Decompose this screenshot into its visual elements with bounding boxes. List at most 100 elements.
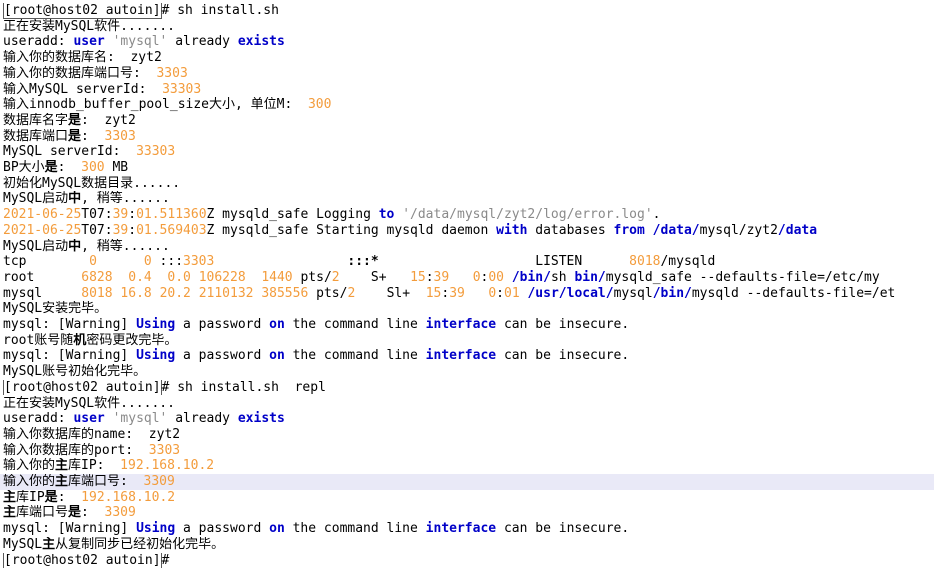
terminal-text: T07:	[81, 207, 113, 223]
terminal-line: root 6828 0.4 0.0 106228 1440 pts/2 S+ 1…	[3, 270, 934, 286]
terminal-text: mysql: [Warning]	[3, 317, 137, 332]
terminal-text: # sh install.sh	[161, 3, 279, 18]
shell-prompt: [root@host02 autoin]	[3, 552, 162, 569]
terminal-line: [root@host02 autoin]# sh install.sh	[3, 3, 934, 19]
terminal-text: 300	[307, 97, 332, 113]
terminal-text: exists	[237, 411, 285, 427]
terminal-text: 3303	[156, 65, 188, 81]
terminal-text: 1440	[261, 269, 293, 285]
terminal-text: useradd:	[3, 411, 74, 427]
terminal-text: MB	[104, 160, 129, 175]
terminal-text: :	[57, 489, 82, 505]
terminal-text: 输入你数据库的port:	[3, 442, 149, 458]
terminal-text: Using	[136, 317, 176, 332]
terminal-text: 385556	[261, 285, 309, 301]
terminal-text: 正在安装MySQL软件.......	[3, 18, 175, 34]
terminal-text: user	[73, 34, 105, 50]
terminal-text: with	[496, 222, 528, 238]
terminal-text: 是	[68, 112, 82, 128]
terminal-line: 主库端口号是: 3309	[3, 505, 934, 521]
terminal-line: MySQL安装完毕。	[3, 301, 934, 317]
terminal-text: mysqld --defaults-file=/et	[691, 285, 896, 301]
terminal-text: 3303	[183, 254, 215, 270]
terminal-text: 'mysql'	[112, 34, 168, 50]
terminal-text: 16.8	[120, 285, 152, 301]
terminal-text: 01.511360	[136, 207, 207, 223]
terminal-text: 0.4	[128, 269, 152, 285]
terminal-text: S+	[339, 269, 411, 285]
terminal-line: tcp 0 0 :::3303 :::* LISTEN 8018/mysqld	[3, 254, 934, 270]
terminal-text: 39	[112, 207, 129, 223]
terminal-text: .	[652, 207, 661, 223]
terminal-text: LISTEN	[378, 254, 630, 270]
terminal-text: already	[167, 34, 238, 50]
terminal-line: 2021-06-25T07:39:01.569403Z mysqld_safe …	[3, 223, 934, 239]
terminal-text: : zyt2	[81, 112, 136, 128]
terminal-line: MySQL启动中, 稍等......	[3, 239, 934, 255]
terminal-text: 6828	[81, 269, 113, 285]
terminal-text: can be insecure.	[496, 317, 630, 332]
terminal-line: 初始化MySQL数据目录......	[3, 176, 934, 192]
terminal-text: 库端口号	[16, 505, 69, 521]
terminal-text: /usr/local/	[527, 285, 614, 301]
terminal-line: [root@host02 autoin]# sh install.sh repl	[3, 379, 934, 396]
terminal-text: to	[378, 207, 395, 223]
terminal-text: can be insecure.	[496, 521, 630, 537]
terminal-text: /bin/	[511, 269, 551, 285]
terminal-text: :	[81, 128, 105, 144]
terminal-text: 8018	[629, 254, 661, 270]
terminal-text: 输入MySQL serverId:	[3, 81, 163, 97]
terminal-line: 输入你的数据库端口号: 3303	[3, 66, 934, 82]
terminal-text: 2021-06-25	[3, 207, 82, 223]
terminal-text: exists	[237, 34, 285, 50]
terminal-text: 3303	[148, 442, 181, 458]
terminal-text: :	[128, 222, 137, 238]
terminal-text: the command line	[284, 348, 426, 364]
terminal-text: MySQL安装完毕。	[3, 301, 108, 317]
terminal-text: 3309	[104, 505, 136, 521]
terminal-text: :::	[151, 254, 184, 270]
terminal-text: root账号随	[3, 332, 74, 348]
terminal-text: pts/	[292, 269, 332, 285]
terminal-text: :	[81, 505, 105, 521]
terminal-line: 输入你数据库的name: zyt2	[3, 427, 934, 443]
terminal-text: a password	[175, 348, 270, 364]
terminal-line: 输入你数据库的port: 3303	[3, 443, 934, 459]
terminal-text: 机	[73, 332, 87, 348]
terminal-text: T07:	[81, 222, 113, 238]
terminal-text: 33303	[162, 81, 202, 97]
terminal-text: 主	[3, 489, 17, 505]
terminal-text: 0.0	[167, 269, 191, 285]
terminal-text: 主	[55, 458, 69, 474]
terminal-text: 从复制同步已经初始化完毕。	[55, 536, 225, 552]
terminal-line: [root@host02 autoin]#	[3, 552, 934, 569]
terminal-text: /data/	[652, 222, 700, 238]
terminal-text: :	[496, 285, 504, 301]
terminal-text: on	[269, 348, 285, 364]
terminal-text: 主	[42, 536, 56, 552]
terminal-text: interface	[425, 521, 497, 537]
terminal-text: root	[3, 269, 82, 285]
terminal-text: 15	[425, 285, 442, 301]
terminal-text: 0	[89, 254, 97, 270]
terminal-line: mysql: [Warning] Using a password on the…	[3, 521, 934, 537]
terminal-window[interactable]: [root@host02 autoin]# sh install.sh 正在安装M…	[0, 0, 934, 578]
terminal-line: 2021-06-25T07:39:01.511360Z mysqld_safe …	[3, 207, 934, 223]
terminal-text: 8018	[81, 285, 113, 301]
terminal-text: 初始化MySQL数据目录......	[3, 175, 181, 191]
terminal-text: 20.2	[159, 285, 191, 301]
terminal-text: bin/	[574, 269, 606, 285]
terminal-text: :::*	[347, 254, 379, 270]
terminal-text: the command line	[284, 317, 426, 332]
terminal-line: 数据库端口是: 3303	[3, 129, 934, 145]
terminal-line: root账号随机密码更改完毕。	[3, 333, 934, 349]
terminal-text: 01	[504, 285, 520, 301]
terminal-text: databases	[527, 222, 614, 238]
terminal-text: 192.168.10.2	[120, 458, 215, 474]
terminal-text: 39	[433, 269, 450, 285]
terminal-text: a password	[175, 317, 270, 332]
